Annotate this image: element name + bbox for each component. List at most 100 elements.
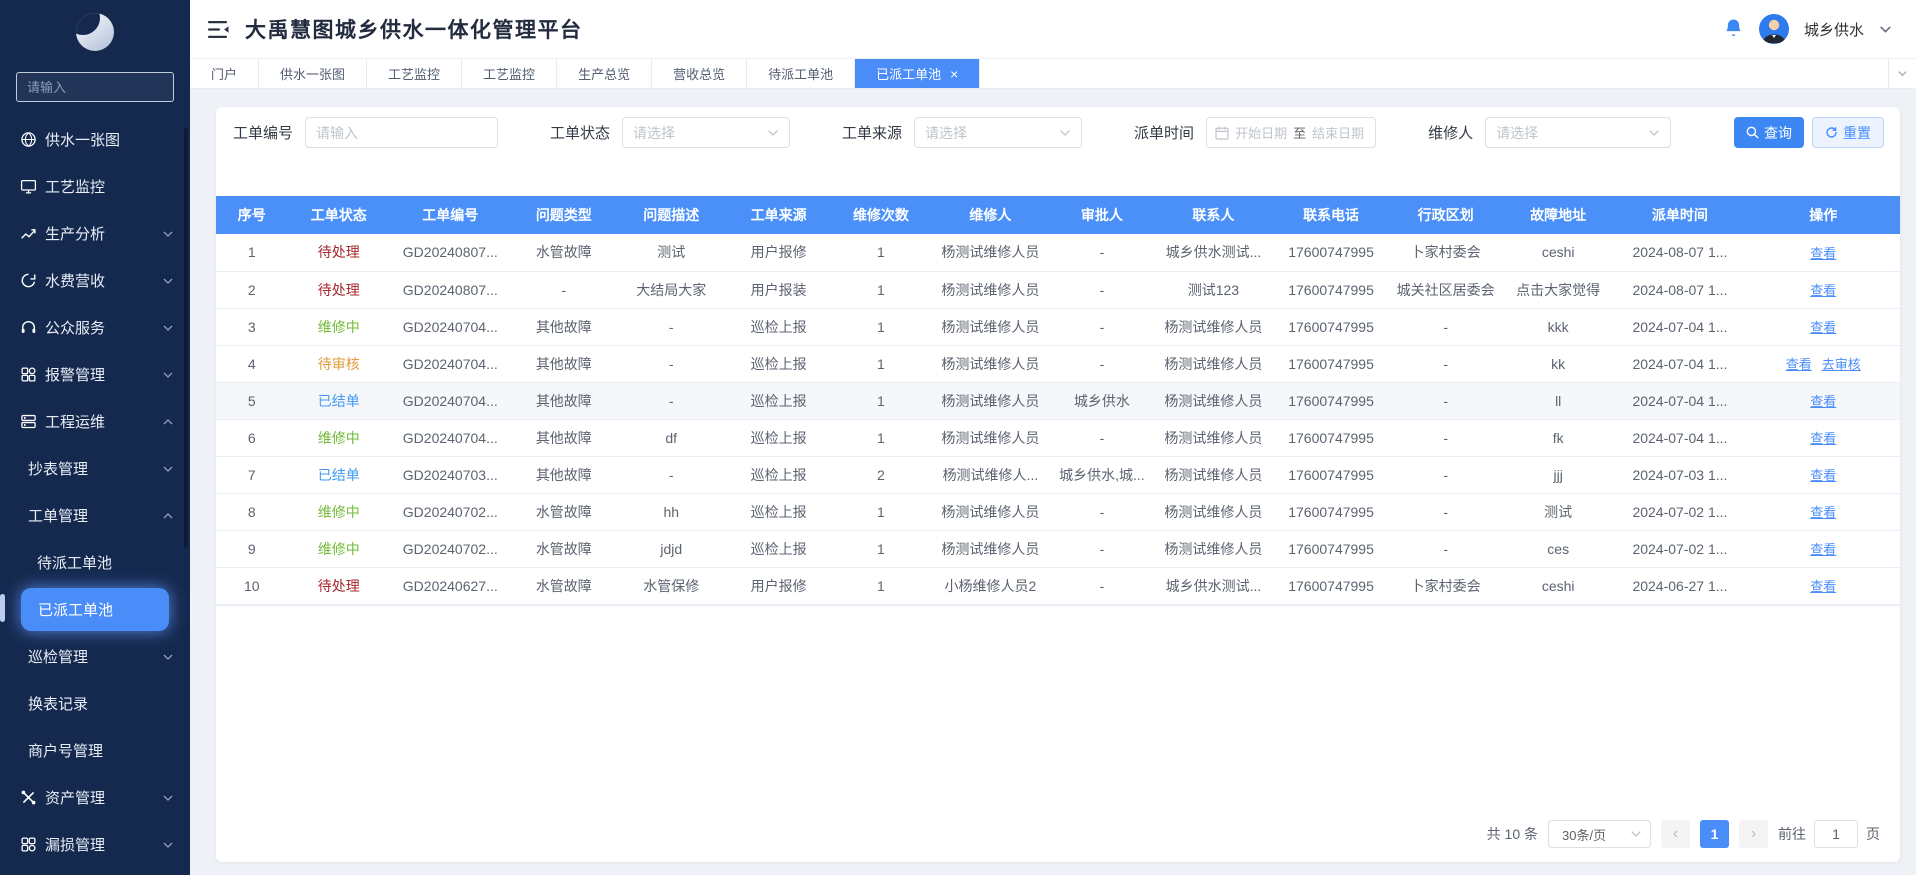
status-select[interactable]: 请选择 — [622, 117, 790, 148]
cell-order_no: GD20240627... — [390, 567, 511, 604]
cell-no: 1 — [216, 234, 288, 271]
tab-process-monitor-1[interactable]: 工艺监控 — [367, 59, 462, 88]
cell-actions: 查看 — [1746, 493, 1900, 530]
main-area: 大禹慧图城乡供水一体化管理平台 城乡供水 门户供水一张图工艺监控工艺监控生产总览… — [190, 0, 1916, 875]
sidebar-item-inspection-mgmt[interactable]: 巡检管理 — [0, 633, 190, 680]
cell-approver: 城乡供水 — [1051, 382, 1153, 419]
cell-status: 待审核 — [288, 345, 390, 382]
view-link[interactable]: 查看 — [1810, 542, 1836, 557]
sidebar-item-asset-mgmt[interactable]: 资产管理 — [0, 774, 190, 821]
sidebar-item-dispatched-order-pool[interactable]: 已派工单池 — [21, 588, 169, 631]
sidebar-search-input[interactable] — [16, 72, 174, 102]
sidebar-item-work-order-mgmt[interactable]: 工单管理 — [0, 492, 190, 539]
cell-repair_cnt: 1 — [832, 271, 930, 308]
sidebar-item-merchant-id-mgmt[interactable]: 商户号管理 — [0, 727, 190, 774]
cell-time: 2024-07-03 1... — [1613, 456, 1746, 493]
repairer-select[interactable]: 请选择 — [1485, 117, 1671, 148]
asset-icon — [20, 789, 37, 806]
view-link[interactable]: 查看 — [1810, 431, 1836, 446]
date-range-picker[interactable]: 开始日期 至 结束日期 — [1206, 117, 1376, 148]
cell-no: 6 — [216, 419, 288, 456]
chevron-down-icon — [1059, 127, 1071, 139]
col-issue_type: 问题类型 — [511, 196, 617, 234]
cell-issue_desc: hh — [617, 493, 725, 530]
view-link[interactable]: 查看 — [1810, 283, 1836, 298]
tab-dispatched-pool[interactable]: 已派工单池× — [855, 59, 980, 88]
sidebar-item-alarm-management[interactable]: 报警管理 — [0, 351, 190, 398]
cell-address: ll — [1503, 382, 1613, 419]
sidebar-item-production-analysis[interactable]: 生产分析 — [0, 210, 190, 257]
sidebar-item-leakage-mgmt[interactable]: 漏损管理 — [0, 821, 190, 868]
source-label: 工单来源 — [842, 122, 902, 143]
sidebar-item-meter-replace-log[interactable]: 换表记录 — [0, 680, 190, 727]
review-link[interactable]: 去审核 — [1822, 357, 1861, 372]
chevron-down-icon — [162, 651, 174, 663]
notification-bell-icon[interactable] — [1723, 18, 1744, 40]
cell-order_no: GD20240703... — [390, 456, 511, 493]
cell-district: - — [1388, 382, 1503, 419]
sidebar-nav: 供水一张图工艺监控生产分析水费营收公众服务报警管理工程运维抄表管理工单管理待派工… — [0, 116, 190, 868]
search-button[interactable]: 查询 — [1734, 117, 1804, 148]
collapse-menu-icon[interactable] — [208, 20, 229, 39]
cell-approver: - — [1051, 234, 1153, 271]
sidebar-item-meter-reading[interactable]: 抄表管理 — [0, 445, 190, 492]
page-size-select[interactable]: 30条/页 — [1548, 820, 1651, 848]
close-icon[interactable]: × — [950, 67, 958, 81]
cell-phone: 17600747995 — [1274, 271, 1389, 308]
cell-repair_cnt: 1 — [832, 567, 930, 604]
col-issue_desc: 问题描述 — [617, 196, 725, 234]
sidebar-item-water-map[interactable]: 供水一张图 — [0, 116, 190, 163]
tab-revenue-overview[interactable]: 营收总览 — [652, 59, 747, 88]
goto-page-input[interactable] — [1814, 820, 1858, 848]
work-order-table-wrap: 序号工单状态工单编号问题类型问题描述工单来源维修次数维修人审批人联系人联系电话行… — [216, 196, 1900, 606]
order-no-input[interactable] — [316, 125, 487, 141]
cell-actions: 查看 — [1746, 530, 1900, 567]
cell-repairer: 杨测试维修人员 — [930, 271, 1051, 308]
user-avatar[interactable] — [1759, 14, 1789, 44]
prev-page-button[interactable]: ‹ — [1661, 820, 1690, 848]
view-link[interactable]: 查看 — [1810, 320, 1836, 335]
reset-button[interactable]: 重置 — [1812, 117, 1884, 148]
source-select[interactable]: 请选择 — [914, 117, 1082, 148]
cell-issue_type: 水管故障 — [511, 530, 617, 567]
tab-process-monitor-2[interactable]: 工艺监控 — [462, 59, 557, 88]
chevron-down-icon[interactable] — [1879, 23, 1892, 36]
view-link[interactable]: 查看 — [1810, 468, 1836, 483]
view-link[interactable]: 查看 — [1810, 505, 1836, 520]
cell-time: 2024-07-04 1... — [1613, 308, 1746, 345]
cell-actions: 查看 — [1746, 234, 1900, 271]
cell-issue_desc: - — [617, 308, 725, 345]
tab-label: 待派工单池 — [768, 64, 833, 83]
chevron-down-icon — [162, 275, 174, 287]
tab-portal[interactable]: 门户 — [190, 59, 259, 88]
tab-list-chevron-down-icon[interactable] — [1888, 59, 1916, 88]
sidebar-item-label: 已派工单池 — [38, 599, 113, 620]
view-link[interactable]: 查看 — [1786, 357, 1812, 372]
user-name[interactable]: 城乡供水 — [1804, 19, 1864, 40]
tab-water-map[interactable]: 供水一张图 — [259, 59, 367, 88]
cell-issue_type: 水管故障 — [511, 567, 617, 604]
table-row: 5已结单GD20240704...其他故障-巡检上报1杨测试维修人员城乡供水杨测… — [216, 382, 1900, 419]
view-link[interactable]: 查看 — [1810, 579, 1836, 594]
sidebar-item-water-fee-revenue[interactable]: 水费营收 — [0, 257, 190, 304]
current-page-button[interactable]: 1 — [1700, 820, 1729, 848]
sidebar-item-pending-order-pool[interactable]: 待派工单池 — [0, 539, 190, 586]
tab-pending-pool[interactable]: 待派工单池 — [747, 59, 855, 88]
col-repair_cnt: 维修次数 — [832, 196, 930, 234]
view-link[interactable]: 查看 — [1810, 246, 1836, 261]
tab-label: 工艺监控 — [483, 64, 535, 83]
next-page-button[interactable]: › — [1739, 820, 1768, 848]
cell-contact: 测试123 — [1153, 271, 1274, 308]
tab-production-overview[interactable]: 生产总览 — [557, 59, 652, 88]
sidebar-scrollbar[interactable] — [184, 128, 188, 548]
sidebar-item-public-service[interactable]: 公众服务 — [0, 304, 190, 351]
view-link[interactable]: 查看 — [1810, 394, 1836, 409]
cell-issue_desc: - — [617, 382, 725, 419]
cell-status: 已结单 — [288, 456, 390, 493]
sidebar-item-engineering-ops[interactable]: 工程运维 — [0, 398, 190, 445]
cell-source: 巡检上报 — [725, 345, 831, 382]
cell-repairer: 杨测试维修人员 — [930, 419, 1051, 456]
sidebar-item-process-monitor[interactable]: 工艺监控 — [0, 163, 190, 210]
col-no: 序号 — [216, 196, 288, 234]
cell-actions: 查看 — [1746, 308, 1900, 345]
